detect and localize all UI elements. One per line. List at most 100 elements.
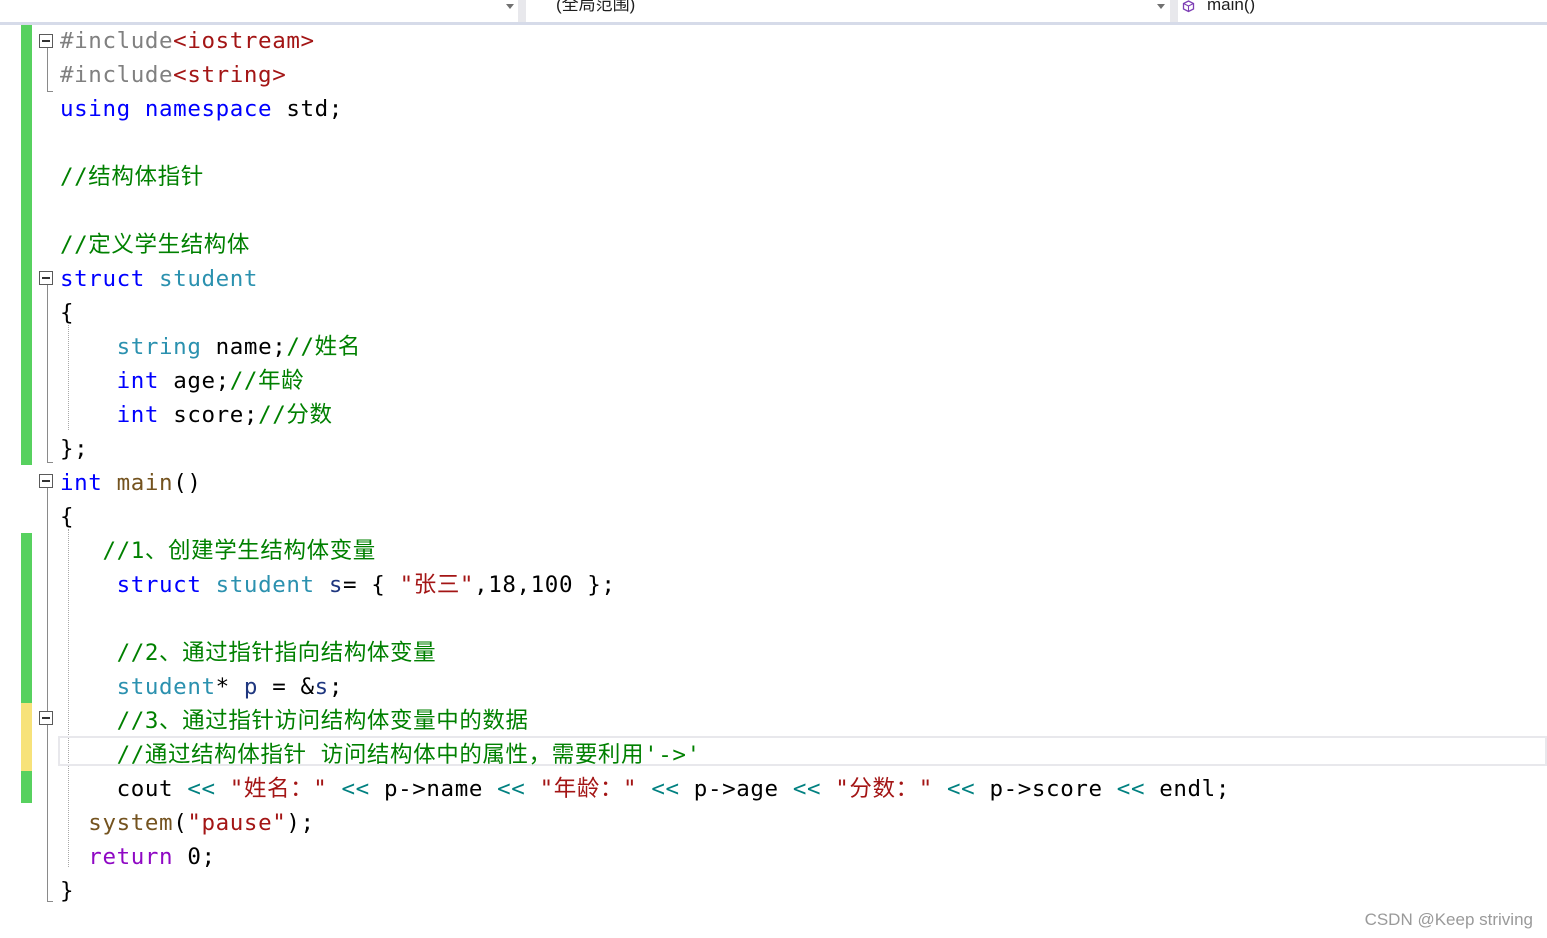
code-token: {: [60, 300, 75, 326]
code-line[interactable]: int age;//年龄: [60, 367, 304, 395]
code-line[interactable]: student* p = &s;: [60, 673, 343, 701]
code-line[interactable]: #include<string>: [60, 61, 286, 89]
code-token: student: [215, 572, 315, 598]
project-dropdown[interactable]: [0, 0, 518, 20]
code-token: <string>: [173, 62, 287, 88]
code-line[interactable]: #include<iostream>: [60, 27, 315, 55]
scope-label: (全局范围): [556, 0, 636, 14]
code-token: namespace: [144, 96, 273, 122]
code-token: <<: [1116, 776, 1146, 802]
watermark: CSDN @Keep striving: [1364, 910, 1533, 929]
code-line[interactable]: system("pause");: [60, 809, 315, 837]
collapse-toggle[interactable]: [39, 271, 53, 285]
code-token: p: [243, 674, 259, 700]
code-token: //定义学生结构体: [60, 232, 250, 258]
code-token: //3、通过指针访问结构体变量中的数据: [116, 708, 529, 734]
code-line[interactable]: //1、创建学生结构体变量: [60, 537, 376, 565]
code-token: = {: [342, 572, 400, 598]
code-token: //1、创建学生结构体变量: [102, 538, 376, 564]
code-token: using: [60, 96, 131, 122]
function-dropdown[interactable]: main(): [1178, 0, 1547, 20]
code-editor[interactable]: #include<iostream> #include<string> using …: [0, 25, 1547, 938]
code-line[interactable]: {: [60, 299, 74, 327]
change-marker-saved: [21, 533, 32, 703]
chevron-down-icon[interactable]: [506, 4, 514, 9]
code-token: ;: [328, 674, 343, 700]
code-token: p->score: [975, 776, 1117, 802]
code-token: (: [173, 810, 188, 836]
code-token: string: [116, 334, 202, 360]
code-token: //通过结构体指针 访问结构体中的属性，需要利用'->': [116, 742, 701, 768]
code-token: };: [60, 436, 89, 462]
code-token: student: [159, 266, 259, 292]
code-line[interactable]: //通过结构体指针 访问结构体中的属性，需要利用'->': [60, 741, 701, 769]
code-line[interactable]: {: [60, 503, 74, 531]
outline-line: [47, 48, 48, 92]
code-token: *: [215, 674, 244, 700]
code-line[interactable]: //定义学生结构体: [60, 231, 250, 259]
code-line[interactable]: //结构体指针: [60, 163, 204, 191]
code-line[interactable]: }: [60, 877, 74, 905]
code-token: p->age: [679, 776, 793, 802]
code-token: s: [314, 674, 329, 700]
code-token: <<: [792, 776, 822, 802]
code-line[interactable]: int main(): [60, 469, 202, 497]
code-line[interactable]: //3、通过指针访问结构体变量中的数据: [60, 707, 529, 735]
code-line[interactable]: cout << "姓名：" << p->name << "年龄：" << p->…: [60, 775, 1230, 803]
code-token: <<: [947, 776, 976, 802]
code-token: "分数：": [835, 776, 933, 802]
outline-line: [47, 488, 48, 902]
outline-line: [47, 285, 48, 463]
code-token: );: [286, 810, 315, 836]
method-cube-icon: [1182, 0, 1195, 13]
code-line[interactable]: };: [60, 435, 88, 463]
code-token: name;: [201, 334, 287, 360]
chevron-down-icon[interactable]: [1157, 4, 1165, 9]
collapse-toggle[interactable]: [39, 711, 53, 725]
code-line[interactable]: string name;//姓名: [60, 333, 361, 361]
code-line[interactable]: int score;//分数: [60, 401, 333, 429]
code-token: int: [116, 402, 160, 428]
code-token: = &: [258, 674, 315, 700]
outline-end: [47, 901, 53, 902]
code-line[interactable]: struct student: [60, 265, 258, 293]
code-token: age;: [159, 368, 230, 394]
code-token: //2、通过指针指向结构体变量: [116, 640, 437, 666]
collapse-toggle[interactable]: [39, 34, 53, 48]
code-token: #include: [60, 28, 174, 54]
code-line[interactable]: struct student s= { "张三",18,100 };: [60, 571, 616, 599]
code-token: //分数: [258, 402, 333, 428]
scope-dropdown[interactable]: (全局范围): [526, 0, 1170, 20]
code-token: "张三": [399, 572, 475, 598]
change-marker-unsaved: [21, 703, 32, 771]
separator: [518, 0, 526, 22]
code-line[interactable]: return 0;: [60, 843, 216, 871]
code-token: "姓名：": [229, 776, 328, 802]
code-token: student: [116, 674, 216, 700]
outline-end: [47, 91, 53, 92]
code-token: //结构体指针: [60, 164, 204, 190]
code-token: "年龄：": [539, 776, 638, 802]
code-token: main: [116, 470, 174, 496]
collapse-toggle[interactable]: [39, 474, 53, 488]
code-line[interactable]: using namespace std;: [60, 95, 343, 123]
code-token: int: [116, 368, 160, 394]
code-line[interactable]: //2、通过指针指向结构体变量: [60, 639, 436, 667]
separator: [1170, 0, 1178, 22]
code-token: int: [60, 470, 103, 496]
code-token: //姓名: [286, 334, 361, 360]
code-token: #include: [60, 62, 174, 88]
code-token: {: [60, 504, 75, 530]
